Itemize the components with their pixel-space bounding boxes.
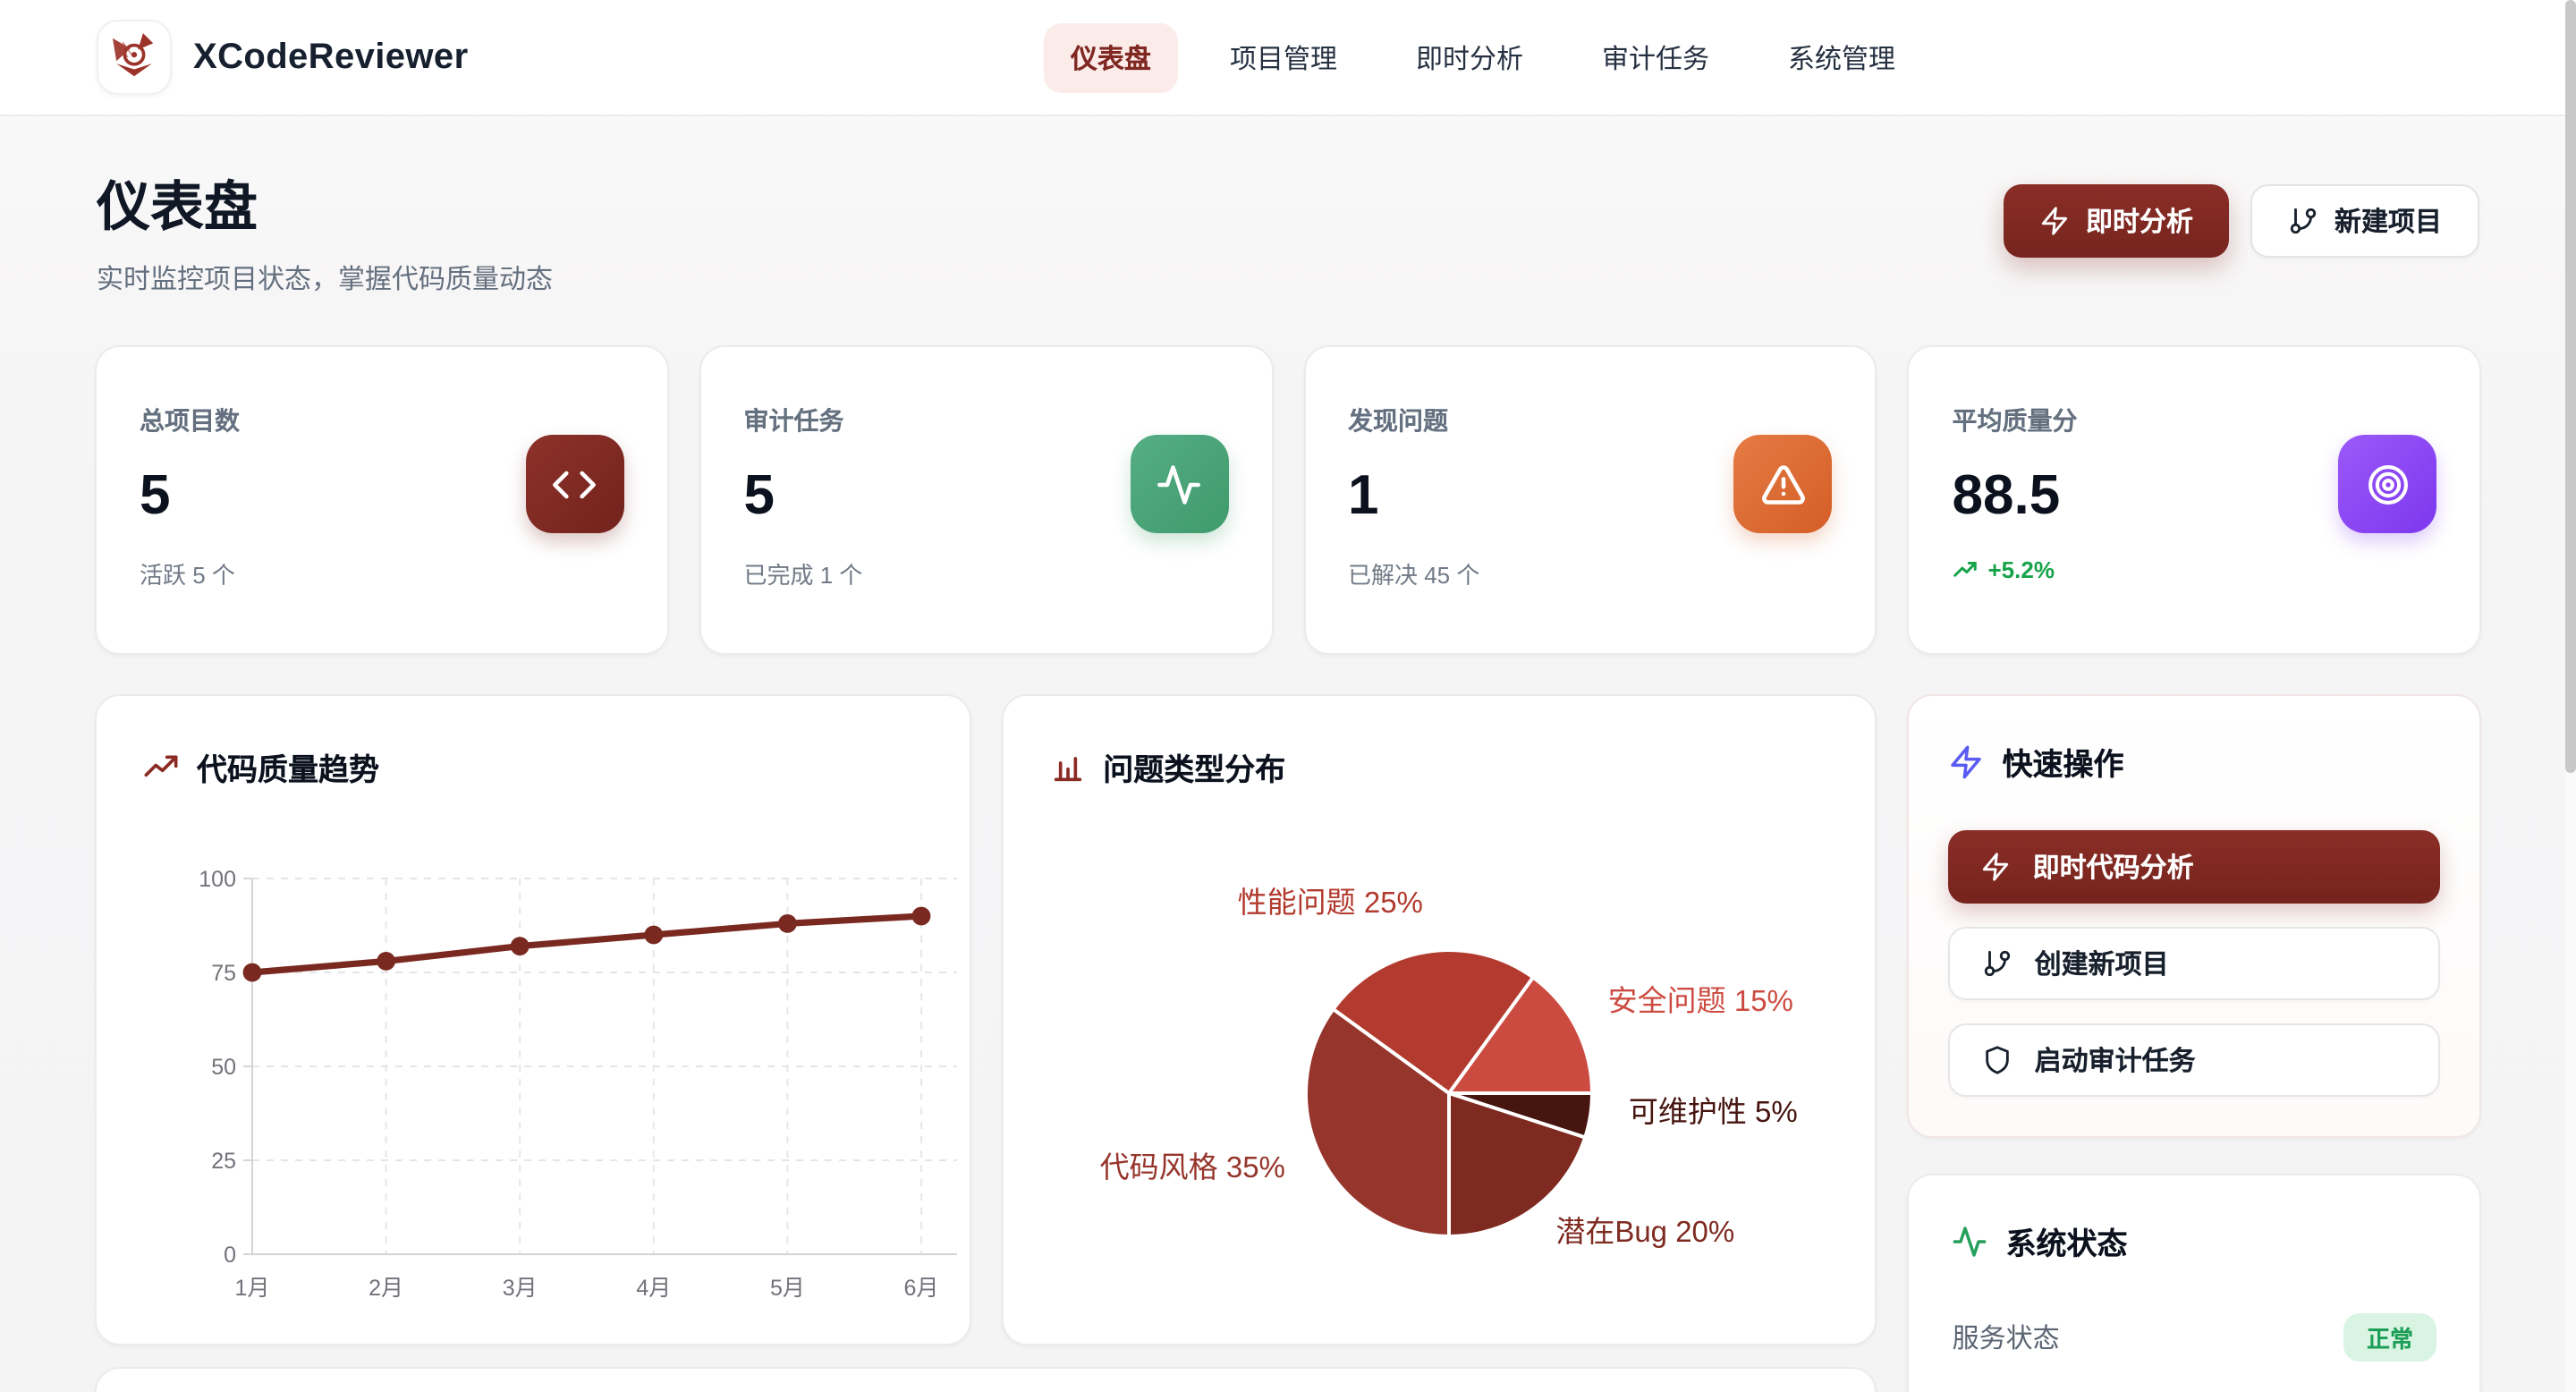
stat-label: 发现问题: [1348, 403, 1479, 438]
stat-value: 88.5: [1953, 463, 2078, 528]
activity-icon: [1130, 435, 1228, 533]
y-axis-tick-label: 25: [211, 1149, 236, 1174]
stat-card-issues-found[interactable]: 发现问题 1 已解决 45 个: [1303, 345, 1877, 655]
system-status-card: 系统状态 服务状态 正常 API响应 45ms: [1908, 1174, 2481, 1392]
x-axis-tick-label: 4月: [636, 1276, 671, 1301]
nav-item-dashboard[interactable]: 仪表盘: [1044, 22, 1178, 92]
code-icon: [526, 435, 624, 533]
line-point: [377, 952, 395, 971]
issue-distribution-card: 问题类型分布 可维护性 5%潜在Bug 20%代码风格 35%性能问题 25%安…: [1001, 694, 1877, 1345]
status-badge: 正常: [2343, 1313, 2436, 1362]
page-subtitle: 实时监控项目状态，掌握代码质量动态: [97, 259, 553, 297]
new-project-button[interactable]: 新建项目: [2250, 184, 2479, 258]
create-project-button[interactable]: 创建新项目: [1949, 927, 2440, 1000]
trending-up-icon: [143, 749, 179, 785]
line-chart-title: 代码质量趋势: [197, 744, 379, 789]
stat-sub: 已解决 45 个: [1348, 556, 1479, 590]
quality-trend-card: 代码质量趋势 0 25 50 75 100 1月 2月 3月 4月 5月 6月: [95, 694, 970, 1345]
quick-actions-title: 快速操作: [2003, 739, 2124, 784]
page-header: 仪表盘 实时监控项目状态，掌握代码质量动态 即时分析 新: [0, 116, 2576, 297]
nav-item-system-admin[interactable]: 系统管理: [1761, 22, 1922, 92]
line-point: [778, 914, 797, 933]
stat-value: 5: [140, 463, 240, 528]
x-axis-tick-label: 6月: [904, 1276, 939, 1301]
stat-label: 审计任务: [744, 403, 863, 438]
stat-sub: 已完成 1 个: [744, 556, 863, 590]
header-actions: 即时分析 新建项目: [2004, 184, 2479, 258]
issue-distribution-pie-chart: 可维护性 5% 潜在Bug 20% 代码风格 35% 性能问题 25% 安全问题 15%: [1003, 696, 1875, 1344]
x-axis-tick-label: 5月: [770, 1276, 805, 1301]
line-point: [511, 937, 530, 955]
scrollbar-thumb[interactable]: [2565, 0, 2576, 773]
app-logo-icon: [97, 20, 172, 95]
shield-icon: [1983, 1045, 2013, 1075]
brand[interactable]: XCodeReviewer: [97, 20, 469, 95]
pie-slice-label: 性能问题 25%: [1238, 878, 1423, 921]
quality-trend-line: [252, 916, 921, 972]
pie-slice-label: 安全问题 15%: [1608, 977, 1793, 1020]
page-header-text: 仪表盘 实时监控项目状态，掌握代码质量动态: [97, 163, 553, 297]
zap-icon: [2039, 206, 2070, 236]
top-navbar: XCodeReviewer 仪表盘 项目管理 即时分析 审计任务 系统管理: [0, 0, 2576, 116]
app-viewport: XCodeReviewer 仪表盘 项目管理 即时分析 审计任务 系统管理 仪表…: [0, 0, 2576, 1392]
stat-card-avg-quality[interactable]: 平均质量分 88.5 +5.2%: [1908, 345, 2482, 655]
git-branch-icon: [2288, 206, 2318, 236]
nav-item-projects[interactable]: 项目管理: [1203, 22, 1364, 92]
alert-triangle-icon: [1734, 435, 1833, 533]
y-axis-tick-label: 50: [211, 1055, 236, 1080]
main-nav: 仪表盘 项目管理 即时分析 审计任务 系统管理: [1044, 22, 1922, 92]
y-axis-tick-label: 75: [211, 961, 236, 986]
zap-icon: [1949, 743, 1985, 779]
stats-row: 总项目数 5 活跃 5 个 审计任务 5 已完成 1 个: [95, 345, 2481, 655]
line-point: [912, 907, 931, 926]
line-point: [644, 926, 663, 945]
project-overview-card: 项目概览: [95, 1367, 1877, 1392]
system-status-title: 系统状态: [2006, 1218, 2128, 1263]
right-column: 快速操作 即时代码分析: [1908, 694, 2481, 1392]
quick-actions-card: 快速操作 即时代码分析: [1908, 694, 2481, 1138]
x-axis-tick-label: 3月: [503, 1276, 538, 1301]
git-branch-icon: [1983, 948, 2013, 979]
brand-name: XCodeReviewer: [193, 37, 469, 78]
stat-sub: 活跃 5 个: [140, 556, 240, 590]
zap-icon: [1981, 852, 2012, 882]
stat-value: 5: [744, 463, 863, 528]
line-point: [243, 963, 262, 982]
page-title: 仪表盘: [97, 163, 553, 242]
status-row-service: 服务状态 正常: [1953, 1313, 2436, 1362]
nav-item-audit-tasks[interactable]: 审计任务: [1575, 22, 1736, 92]
y-axis-tick-label: 100: [199, 867, 236, 892]
x-axis-tick-label: 2月: [369, 1276, 403, 1301]
stat-value: 1: [1348, 463, 1479, 528]
instant-analysis-button[interactable]: 即时分析: [2004, 184, 2229, 258]
stat-label: 总项目数: [140, 403, 240, 438]
x-axis-tick-label: 1月: [235, 1276, 270, 1301]
pie-slice-label: 代码风格 35%: [1100, 1143, 1285, 1186]
pie-slice-label: 潜在Bug 20%: [1555, 1208, 1734, 1251]
target-icon: [2338, 435, 2436, 533]
quality-trend-line-chart: 0 25 50 75 100 1月 2月 3月 4月 5月 6月: [161, 843, 970, 1326]
instant-code-analysis-button[interactable]: 即时代码分析: [1949, 830, 2440, 904]
activity-icon: [1953, 1223, 1988, 1259]
stat-card-total-projects[interactable]: 总项目数 5 活跃 5 个: [95, 345, 669, 655]
stat-card-audit-tasks[interactable]: 审计任务 5 已完成 1 个: [699, 345, 1274, 655]
page-scrollbar[interactable]: [2565, 0, 2576, 1392]
nav-item-instant-analysis[interactable]: 即时分析: [1389, 22, 1550, 92]
start-audit-button[interactable]: 启动审计任务: [1949, 1023, 2440, 1097]
trend-up-icon: [1953, 556, 1979, 583]
stat-sub-trend: +5.2%: [1953, 556, 2078, 583]
y-axis-tick-label: 0: [224, 1243, 236, 1268]
pie-slice-label: 可维护性 5%: [1629, 1088, 1798, 1131]
stat-label: 平均质量分: [1953, 403, 2078, 438]
